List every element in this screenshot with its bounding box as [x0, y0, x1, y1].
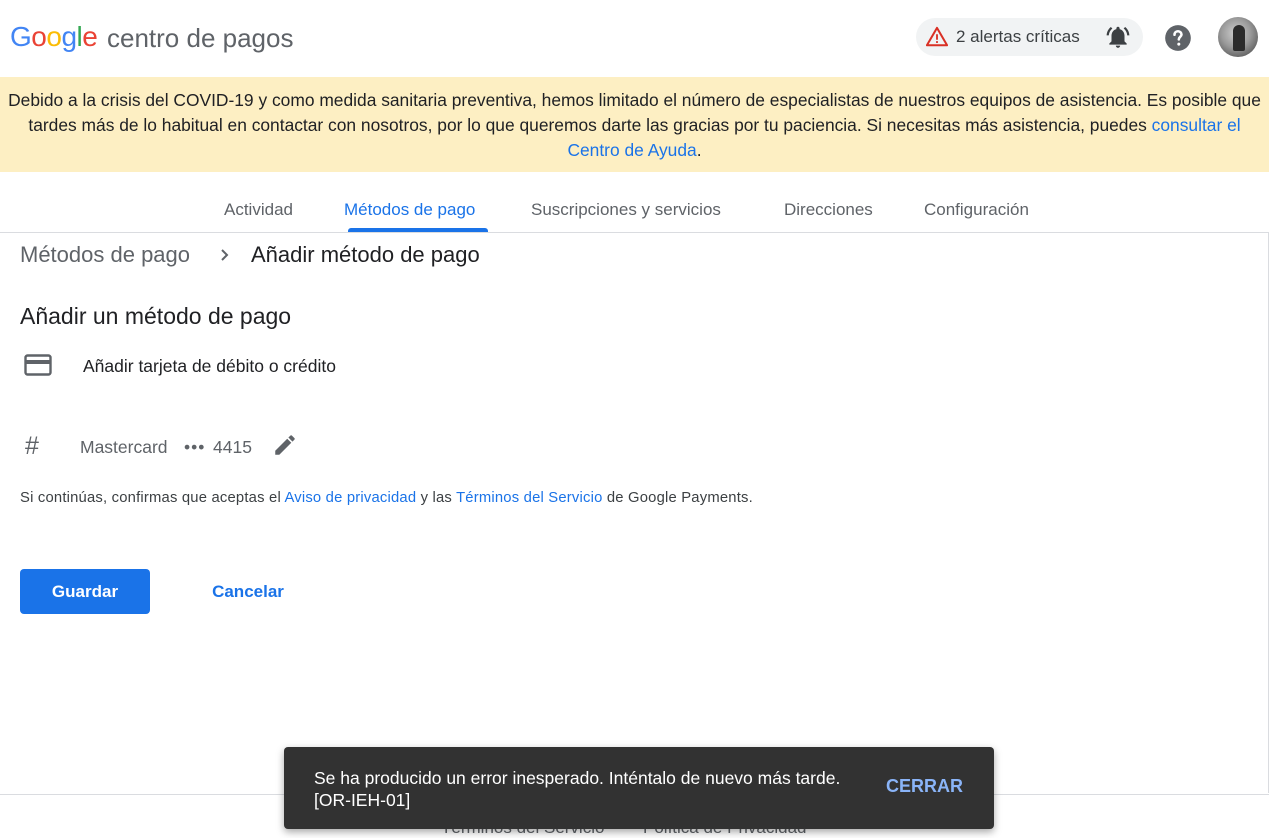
product-name: centro de pagos	[107, 23, 294, 53]
avatar-figure	[1233, 25, 1245, 51]
chevron-right-icon	[221, 249, 229, 261]
terms-of-service-link[interactable]: Términos del Servicio	[456, 490, 602, 506]
page-title: Añadir un método de pago	[20, 303, 292, 329]
tab-configuracion[interactable]: Configuración	[924, 200, 1029, 220]
hash-icon: #	[25, 432, 39, 460]
save-button[interactable]: Guardar	[20, 569, 150, 614]
user-avatar[interactable]	[1218, 17, 1258, 57]
cancel-button[interactable]: Cancelar	[190, 569, 306, 614]
banner-end: .	[696, 140, 702, 160]
card-masked-dots: •••	[184, 437, 206, 457]
banner-text: Debido a la crisis del COVID-19 y como m…	[8, 90, 1261, 135]
pencil-edit-icon[interactable]	[272, 432, 298, 458]
terms-prefix: Si continúas, confirmas que aceptas el	[20, 490, 285, 506]
snackbar-close-button[interactable]: CERRAR	[880, 772, 969, 801]
error-snackbar: Se ha producido un error inesperado. Int…	[284, 747, 994, 829]
tab-suscripciones[interactable]: Suscripciones y servicios	[531, 200, 721, 220]
card-last-digits: 4415	[213, 437, 252, 457]
terms-middle: y las	[416, 490, 457, 506]
privacy-notice-link[interactable]: Aviso de privacidad	[284, 490, 416, 506]
tab-direcciones[interactable]: Direcciones	[784, 200, 873, 220]
main-tabs: Actividad Métodos de pago Suscripciones …	[0, 172, 1269, 233]
active-tab-indicator	[348, 228, 488, 232]
covid-notice-banner: Debido a la crisis del COVID-19 y como m…	[0, 77, 1269, 172]
terms-notice: Si continúas, confirmas que aceptas el A…	[20, 490, 753, 506]
credit-card-icon	[24, 354, 52, 376]
terms-suffix: de Google Payments.	[602, 490, 753, 506]
tab-actividad[interactable]: Actividad	[224, 200, 293, 220]
critical-alerts-chip[interactable]: 2 alertas críticas	[916, 18, 1143, 56]
google-logo[interactable]: Google	[10, 21, 98, 53]
snackbar-message: Se ha producido un error inesperado. Int…	[314, 767, 854, 811]
breadcrumb-current: Añadir método de pago	[251, 242, 480, 267]
add-card-option[interactable]: Añadir tarjeta de débito o crédito	[20, 350, 420, 382]
snackbar-line-1: Se ha producido un error inesperado. Int…	[314, 768, 841, 788]
breadcrumb-parent[interactable]: Métodos de pago	[20, 242, 190, 268]
header: Google centro de pagos 2 alertas crítica…	[0, 0, 1269, 77]
warning-triangle-icon	[926, 26, 948, 47]
card-brand: Mastercard	[80, 437, 168, 457]
bell-ringing-icon	[1106, 26, 1130, 48]
help-circle-icon[interactable]	[1164, 24, 1192, 52]
tab-metodos-de-pago[interactable]: Métodos de pago	[344, 200, 475, 220]
alerts-label: 2 alertas críticas	[956, 27, 1080, 46]
snackbar-error-code: [OR-IEH-01]	[314, 790, 411, 810]
add-card-label: Añadir tarjeta de débito o crédito	[83, 356, 336, 376]
